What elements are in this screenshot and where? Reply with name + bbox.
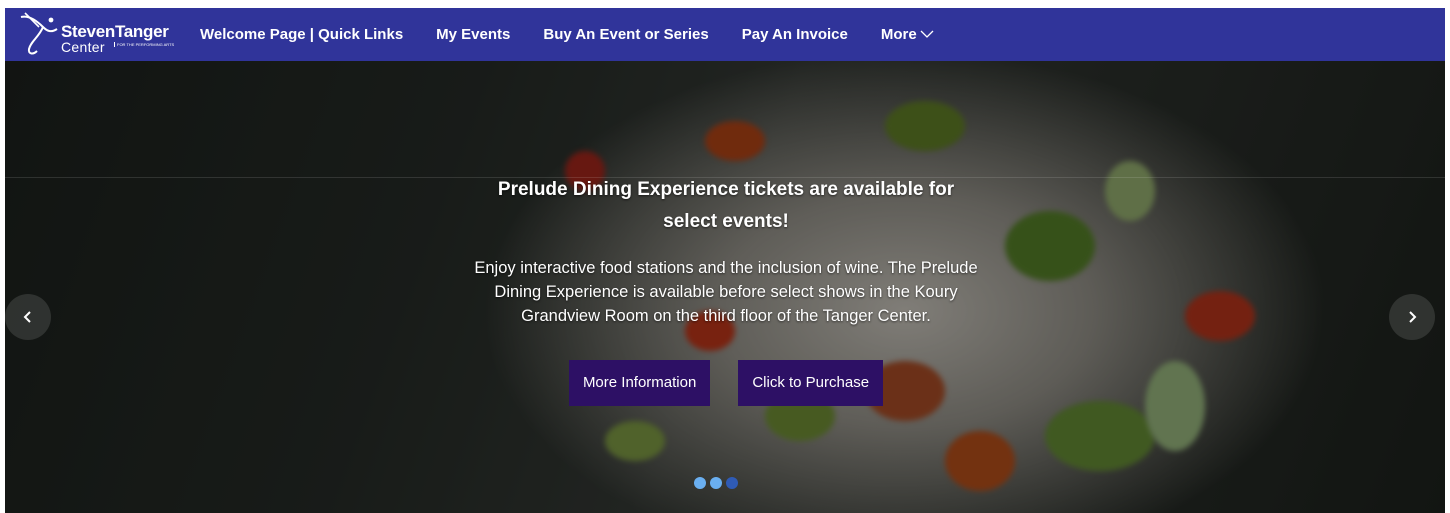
carousel-dot[interactable] [710, 477, 722, 489]
nav-pay-an-invoice[interactable]: Pay An Invoice [742, 26, 848, 43]
chevron-left-icon [23, 307, 33, 328]
carousel-dot[interactable] [694, 477, 706, 489]
hero-description: Enjoy interactive food stations and the … [474, 259, 978, 325]
nav-my-events[interactable]: My Events [436, 26, 510, 43]
dancer-logo-icon [20, 12, 58, 55]
hero-title: Prelude Dining Experience tickets are av… [497, 179, 955, 232]
logo-tagline: FOR THE PERFORMING ARTS [114, 42, 174, 47]
nav-more-menu[interactable]: More [881, 26, 934, 43]
carousel-dot[interactable] [726, 477, 738, 489]
main-nav: Welcome Page | Quick Links My Events Buy… [200, 26, 967, 43]
click-to-purchase-button[interactable]: Click to Purchase [738, 360, 884, 406]
hero-content: Prelude Dining Experience tickets are av… [470, 174, 982, 406]
hero-buttons: More Information Click to Purchase [470, 360, 982, 406]
nav-welcome-quick-links[interactable]: Welcome Page | Quick Links [200, 26, 403, 43]
hero-carousel: Prelude Dining Experience tickets are av… [5, 61, 1445, 513]
carousel-indicators [694, 477, 738, 489]
page: StevenTanger Center FOR THE PERFORMING A… [0, 0, 1450, 513]
top-navbar: StevenTanger Center FOR THE PERFORMING A… [5, 8, 1445, 61]
logo-subtitle: Center [61, 39, 105, 55]
steven-tanger-center-logo[interactable]: StevenTanger Center FOR THE PERFORMING A… [17, 8, 182, 61]
nav-buy-event-or-series[interactable]: Buy An Event or Series [543, 26, 708, 43]
chevron-right-icon [1407, 307, 1417, 328]
carousel-prev-button[interactable] [5, 294, 51, 340]
more-information-button[interactable]: More Information [568, 360, 711, 406]
chevron-down-icon [920, 26, 934, 43]
nav-more-label: More [880, 26, 917, 43]
carousel-next-button[interactable] [1389, 294, 1435, 340]
